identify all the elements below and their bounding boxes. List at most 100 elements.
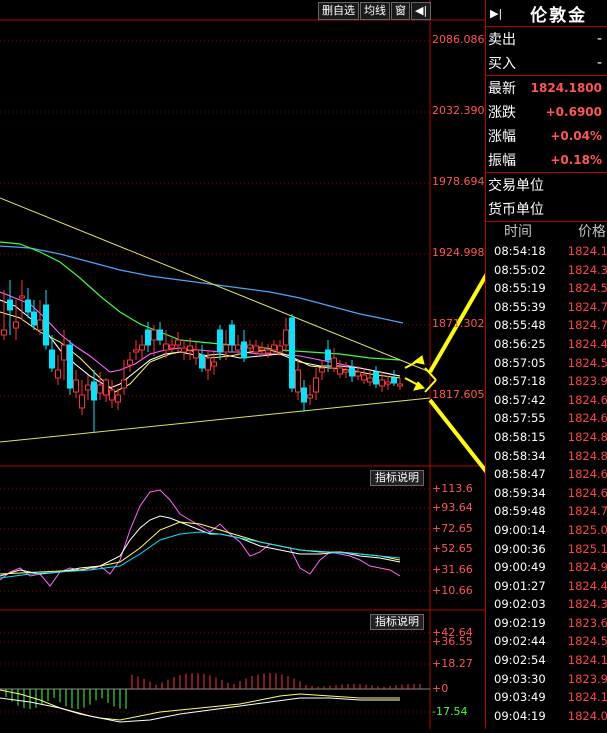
instrument-title: 伦敦金	[530, 5, 588, 26]
ma-lines-button[interactable]: 均线	[360, 2, 390, 20]
macd-axis-label: +52.65	[432, 542, 473, 555]
candle	[79, 380, 85, 415]
tick-row: 08:55:48 1824.7	[486, 316, 607, 335]
tick-price: 1824.4	[567, 336, 607, 351]
tick-time: 08:58:34	[494, 448, 546, 463]
candle	[229, 320, 235, 352]
amp-value: +0.18%	[550, 153, 602, 167]
candle	[67, 340, 73, 395]
tick-row: 09:00:14 1825.0	[486, 521, 607, 540]
candle	[43, 290, 49, 350]
tick-price: 1824.7	[567, 299, 607, 314]
candle	[151, 325, 157, 356]
candle	[247, 340, 253, 352]
price-header: 价格	[578, 224, 606, 240]
tick-time: 08:57:55	[494, 411, 546, 426]
candle	[391, 370, 397, 386]
tick-time: 09:00:14	[494, 522, 546, 537]
tick-time: 09:04:19	[494, 708, 546, 723]
candle	[331, 348, 337, 372]
unit-row: 交易单位	[486, 173, 607, 197]
tick-price: 1823.9	[567, 374, 607, 389]
latest-value: 1824.1800	[530, 81, 602, 95]
window-button[interactable]: 窗	[391, 2, 410, 20]
pct-label: 涨幅	[488, 129, 516, 145]
latest-label: 最新	[488, 81, 516, 97]
chart-toolbar: 删自选 均线 窗 ◀|	[318, 2, 432, 20]
collapse-icon[interactable]: ▶|	[490, 7, 502, 20]
osc-axis-label: +18.27	[432, 657, 473, 670]
candle	[373, 366, 379, 388]
quote-panel: ▶| 伦敦金 卖出 - 买入 - 最新 1824.1800 涨跌 +0.6900…	[485, 0, 607, 729]
candle	[181, 340, 187, 360]
tick-price: 1824.3	[567, 262, 607, 277]
tick-price: 1824.1	[567, 244, 607, 258]
candle	[109, 380, 115, 408]
tick-price: 1824.8	[567, 448, 607, 463]
tick-price: 1824.6	[567, 392, 607, 407]
sell-row: 卖出 -	[486, 27, 607, 51]
candle	[121, 360, 127, 395]
candle	[397, 378, 403, 390]
candle	[49, 335, 55, 372]
tick-row: 08:56:25 1824.4	[486, 335, 607, 354]
tick-time: 08:57:42	[494, 392, 546, 407]
buy-label: 买入	[488, 56, 516, 72]
annotation-arrows	[404, 251, 507, 493]
tick-price: 1824.7	[567, 504, 607, 519]
macd-axis-label: +113.6	[432, 482, 473, 495]
macd-line-white	[0, 515, 401, 577]
tick-time: 08:59:48	[494, 504, 546, 519]
candle	[85, 375, 91, 400]
candle	[253, 340, 259, 355]
tick-list[interactable]: 08:54:18 1824.1 08:55:02 1824.3 08:55:19 1824…	[486, 242, 607, 725]
tick-row: 08:59:48 1824.7	[486, 502, 607, 521]
indicator-desc-button[interactable]: 指标说明	[370, 470, 424, 486]
tick-price: 1824.5	[567, 281, 607, 296]
candle	[199, 345, 205, 372]
candle	[127, 352, 133, 372]
macd-axis-label: +72.65	[432, 522, 473, 535]
osc-axis-label: +0	[432, 682, 449, 695]
candle	[235, 335, 241, 356]
sell-label: 卖出	[488, 32, 516, 48]
tick-row: 08:54:18 1824.1	[486, 242, 607, 261]
indicator-desc-button[interactable]: 指标说明	[370, 614, 424, 630]
tick-price: 1824.6	[567, 467, 607, 482]
delete-watchlist-button[interactable]: 删自选	[318, 2, 359, 20]
candle	[385, 376, 391, 390]
tick-row: 08:59:34 1824.6	[486, 484, 607, 503]
tick-row: 08:57:55 1824.6	[486, 409, 607, 428]
tick-price: 1824.6	[567, 485, 607, 500]
tick-price: 1824.5	[567, 634, 607, 649]
tick-row: 09:02:19 1823.6	[486, 614, 607, 633]
collapse-panel-button[interactable]: ◀|	[411, 2, 432, 20]
tick-row: 09:01:27 1824.4	[486, 577, 607, 596]
tick-price: 1824.8	[567, 429, 607, 444]
candle	[241, 330, 247, 362]
candle	[193, 342, 199, 365]
sell-value: -	[596, 31, 602, 47]
tick-price: 1825.1	[567, 541, 607, 556]
tick-time: 08:55:02	[494, 262, 546, 277]
price-axis-label: 2032.390	[432, 104, 485, 117]
tick-time: 09:00:36	[494, 541, 546, 556]
candle	[1, 290, 7, 340]
amp-label: 振幅	[488, 153, 516, 169]
tick-price: 1825.0	[567, 522, 607, 537]
tick-time: 08:56:25	[494, 336, 546, 351]
tick-time: 08:54:18	[494, 244, 546, 258]
tick-time: 09:02:19	[494, 615, 546, 630]
currency-label: 货币单位	[488, 202, 544, 218]
chart-area[interactable]: 删自选 均线 窗 ◀| 2086.086 2032.390 1978.694 1…	[0, 0, 507, 729]
macd-axis-label: +31.66	[432, 563, 473, 576]
tick-time: 08:58:47	[494, 467, 546, 482]
tick-time: 09:02:44	[494, 634, 546, 649]
candle	[61, 330, 67, 380]
tick-price: 1823.6	[567, 615, 607, 630]
candle	[367, 370, 373, 386]
candle	[361, 368, 367, 384]
candle	[301, 380, 307, 412]
price-axis-label: 1817.605	[432, 388, 485, 401]
tick-price: 1824.1	[567, 653, 607, 668]
